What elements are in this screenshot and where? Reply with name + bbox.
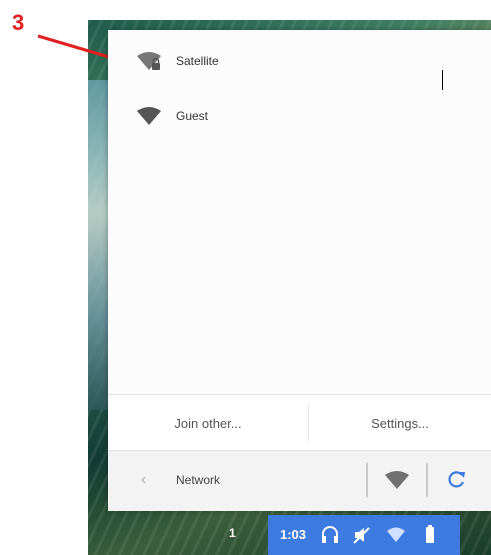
network-list: Satellite Guest [108,30,491,394]
wifi-lock-icon [137,52,161,70]
join-other-button[interactable]: Join other... [108,395,308,451]
mute-icon [353,527,370,544]
headphones-icon [322,526,338,543]
wifi-icon [387,527,405,542]
network-label: Satellite [176,54,219,68]
network-actions-bar: Join other... Settings... [108,394,491,451]
annotation-number: 3 [12,10,25,35]
network-menu-panel: Satellite Guest Join other... Settings..… [108,30,491,511]
divider [366,463,368,497]
refresh-icon[interactable] [445,469,467,491]
chevron-left-icon[interactable]: ‹ [141,471,146,489]
settings-button[interactable]: Settings... [309,395,491,451]
network-header-bar: ‹ Network [108,450,491,511]
network-item-satellite[interactable]: Satellite [108,35,491,87]
status-tray[interactable]: 1:03 [268,515,460,555]
wifi-toggle-icon[interactable] [384,470,410,490]
battery-icon [426,525,434,543]
network-label: Guest [176,109,209,123]
network-item-guest[interactable]: Guest [108,90,491,142]
text-cursor [442,70,443,90]
wallpaper-streak [88,80,110,410]
wifi-icon [137,107,161,125]
shelf-item-number: 1 [229,526,236,540]
clock-time: 1:03 [280,527,307,542]
divider [426,463,428,497]
network-title: Network [176,473,221,487]
